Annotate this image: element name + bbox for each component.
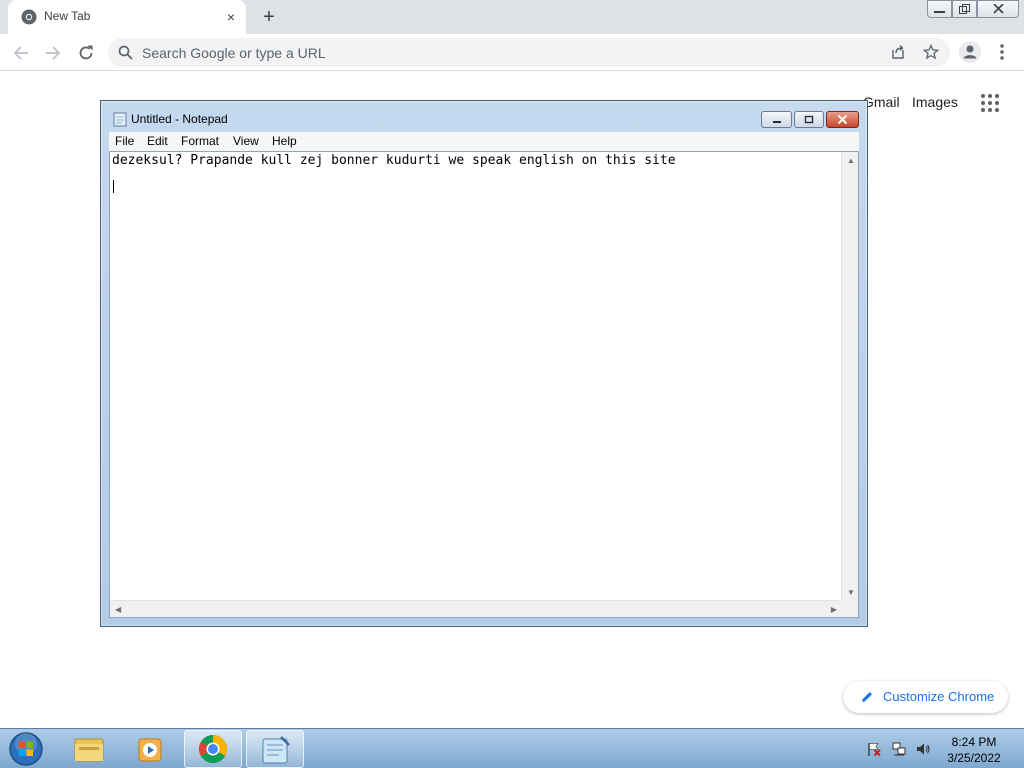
- pencil-icon: [862, 692, 872, 702]
- restore-icon: [959, 4, 970, 14]
- profile-icon: [963, 45, 977, 59]
- taskbar: 8:24 PM 3/25/2022: [0, 728, 1024, 768]
- chrome-favicon-icon: [21, 9, 37, 25]
- tab-new-tab[interactable]: New Tab ×: [8, 0, 246, 34]
- minimize-icon: [934, 11, 945, 13]
- apps-grid-icon: [981, 94, 999, 112]
- share-icon[interactable]: [890, 44, 906, 60]
- menu-file[interactable]: File: [115, 134, 134, 148]
- gmail-link[interactable]: Gmail: [863, 94, 900, 110]
- notepad-app-icon: [262, 736, 290, 764]
- tab-close-icon[interactable]: ×: [222, 8, 240, 26]
- start-button[interactable]: [6, 730, 46, 768]
- scroll-left-arrow-icon[interactable]: ◀: [115, 605, 121, 614]
- browser-toolbar: Search Google or type a URL: [0, 34, 1024, 71]
- forward-button[interactable]: [40, 40, 66, 66]
- menu-view[interactable]: View: [233, 134, 259, 148]
- minimize-icon: [772, 121, 781, 123]
- menu-edit[interactable]: Edit: [147, 134, 168, 148]
- omnibox[interactable]: Search Google or type a URL: [108, 38, 950, 67]
- google-apps-button[interactable]: [980, 93, 1000, 113]
- window-restore-button[interactable]: [952, 0, 977, 18]
- tab-title: New Tab: [44, 9, 91, 23]
- taskbar-notepad-button[interactable]: [246, 730, 304, 768]
- clock-time: 8:24 PM: [951, 735, 997, 749]
- volume-icon[interactable]: [915, 741, 931, 757]
- system-clock[interactable]: 8:24 PM 3/25/2022: [940, 734, 1008, 766]
- search-icon: [118, 45, 133, 60]
- window-minimize-button[interactable]: [927, 0, 952, 18]
- folder-icon: [74, 738, 104, 762]
- window-close-button[interactable]: [977, 0, 1019, 18]
- notepad-maximize-button[interactable]: [794, 111, 824, 128]
- maximize-icon: [804, 115, 814, 124]
- omnibox-placeholder: Search Google or type a URL: [142, 45, 326, 61]
- menu-format[interactable]: Format: [181, 134, 219, 148]
- profile-button[interactable]: [959, 41, 981, 63]
- clock-date: 3/25/2022: [947, 751, 1001, 765]
- scroll-up-arrow-icon[interactable]: ▲: [847, 156, 855, 165]
- vertical-scrollbar[interactable]: ▲ ▼: [841, 152, 858, 601]
- customize-chrome-button[interactable]: Customize Chrome: [843, 681, 1008, 713]
- notepad-window[interactable]: Untitled - Notepad File Edit Format View…: [100, 100, 868, 627]
- size-grip-icon[interactable]: [841, 600, 858, 617]
- notepad-text-area[interactable]: dezeksul? Prapande kull zej bonner kudur…: [109, 151, 859, 618]
- desktop: New Tab × + Search Google or type a URL: [0, 0, 1024, 768]
- bookmark-star-icon[interactable]: [923, 44, 939, 60]
- notepad-close-button[interactable]: [826, 111, 859, 128]
- network-icon[interactable]: [891, 741, 907, 757]
- forward-icon: [46, 46, 61, 60]
- scroll-right-arrow-icon[interactable]: ▶: [831, 605, 837, 614]
- back-icon: [13, 46, 28, 60]
- reload-icon: [79, 45, 93, 60]
- notepad-minimize-button[interactable]: [761, 111, 792, 128]
- menu-help[interactable]: Help: [272, 134, 297, 148]
- new-tab-button[interactable]: +: [258, 6, 280, 28]
- customize-chrome-label: Customize Chrome: [883, 689, 995, 704]
- media-player-icon: [138, 738, 162, 762]
- notepad-menubar: File Edit Format View Help: [109, 132, 859, 151]
- horizontal-scrollbar[interactable]: ◀ ▶: [110, 600, 842, 617]
- chrome-icon: [199, 735, 227, 763]
- windows-start-orb-icon: [9, 732, 43, 766]
- back-button[interactable]: [8, 40, 34, 66]
- images-link[interactable]: Images: [912, 94, 958, 110]
- text-caret: [113, 180, 114, 193]
- action-center-flag-icon[interactable]: [866, 741, 882, 757]
- close-icon: [992, 4, 1004, 14]
- chrome-menu-button[interactable]: [993, 42, 1011, 62]
- taskbar-explorer-button[interactable]: [60, 730, 118, 768]
- notepad-icon: [113, 112, 127, 127]
- taskbar-chrome-button[interactable]: [184, 730, 242, 768]
- close-icon: [837, 115, 848, 124]
- reload-button[interactable]: [73, 40, 99, 66]
- taskbar-media-player-button[interactable]: [122, 730, 180, 768]
- notepad-content: dezeksul? Prapande kull zej bonner kudur…: [112, 153, 676, 168]
- tab-strip: New Tab × +: [0, 0, 1024, 34]
- menu-dots-icon: [1000, 44, 1004, 60]
- scroll-down-arrow-icon[interactable]: ▼: [847, 588, 855, 597]
- notepad-title: Untitled - Notepad: [131, 112, 228, 126]
